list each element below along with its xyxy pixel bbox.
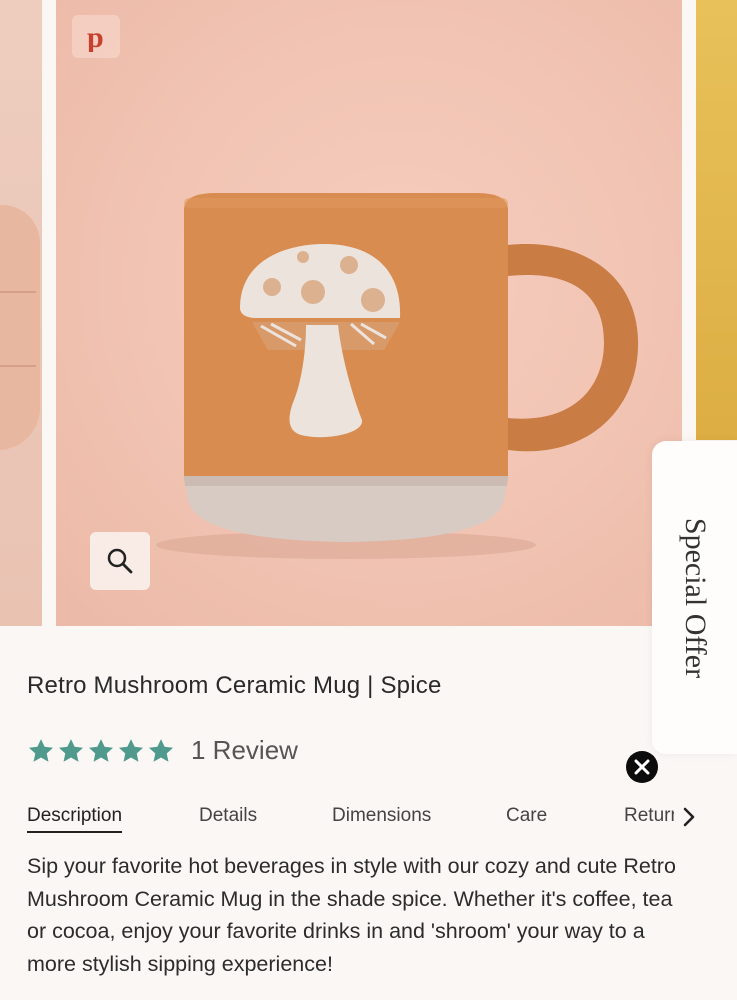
next-image-slide[interactable] xyxy=(696,0,737,440)
product-info-tabs: Description Details Dimensions Care Retu… xyxy=(0,805,737,839)
tab-description[interactable]: Description xyxy=(27,805,123,833)
special-offer-label: Special Offer xyxy=(678,517,712,678)
special-offer-tab[interactable]: Special Offer xyxy=(652,441,737,754)
review-count-link[interactable]: 1 Review xyxy=(191,735,298,766)
previous-image-slide[interactable] xyxy=(0,0,42,626)
star-icon xyxy=(88,738,114,762)
mushroom-mug-image xyxy=(156,193,639,559)
star-icon xyxy=(148,738,174,762)
chevron-right-icon[interactable] xyxy=(680,805,700,831)
search-icon xyxy=(107,548,133,574)
hand-holding-mug-image xyxy=(0,205,40,450)
star-icon xyxy=(58,738,84,762)
tab-returns[interactable]: Returns xyxy=(624,805,674,827)
zoom-button[interactable] xyxy=(90,532,150,590)
special-offer-close-button[interactable] xyxy=(626,751,658,783)
star-icon xyxy=(118,738,144,762)
star-icon xyxy=(28,738,54,762)
product-title: Retro Mushroom Ceramic Mug | Spice xyxy=(27,672,442,699)
tab-details[interactable]: Details xyxy=(199,805,257,827)
pinterest-icon: p xyxy=(87,22,104,52)
close-icon xyxy=(634,759,650,775)
product-rating[interactable]: 1 Review xyxy=(27,735,298,766)
product-image-gallery[interactable]: p xyxy=(0,0,737,626)
svg-text:p: p xyxy=(87,22,104,52)
rating-stars xyxy=(27,737,175,765)
tab-care[interactable]: Care xyxy=(506,805,547,827)
pinterest-share-button[interactable]: p xyxy=(72,15,120,58)
product-description: Sip your favorite hot beverages in style… xyxy=(27,854,676,976)
tab-dimensions[interactable]: Dimensions xyxy=(332,805,431,827)
main-product-image[interactable]: p xyxy=(56,0,682,626)
